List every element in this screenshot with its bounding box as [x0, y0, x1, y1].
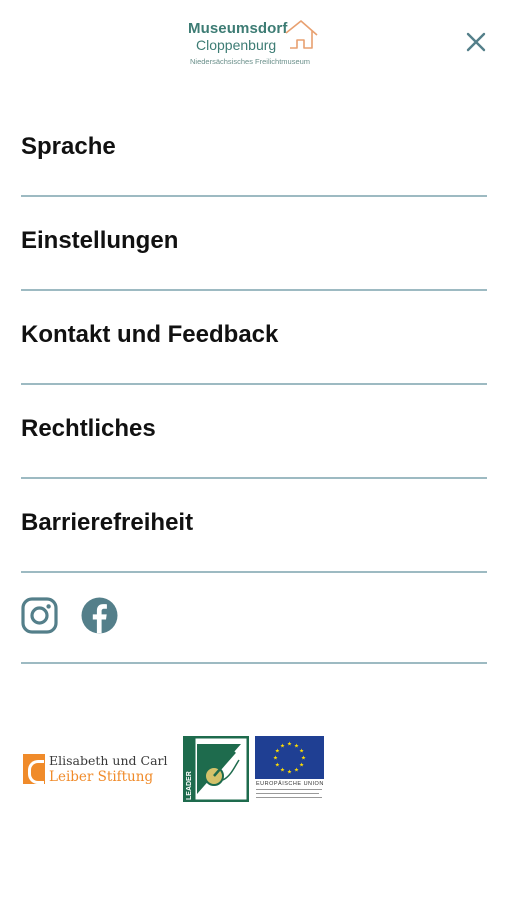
social-links	[21, 568, 487, 664]
eu-fine-print	[256, 793, 319, 794]
menu-item-rechtliches[interactable]: Rechtliches	[21, 385, 487, 479]
partner-logos: Elisabeth und Carl Leiber Stiftung LEADE…	[22, 736, 332, 802]
menu-item-kontakt-und-feedback[interactable]: Kontakt und Feedback	[21, 291, 487, 385]
eu-stars: ★ ★★★★★★★★★★★	[273, 742, 306, 776]
leader-logo-graphic: LEADER	[183, 736, 249, 802]
instagram-icon	[21, 597, 58, 634]
leiber-line-2: Leiber Stiftung	[49, 769, 154, 785]
menu-item-label: Sprache	[21, 133, 116, 160]
main-menu: Sprache Einstellungen Kontakt und Feedba…	[21, 103, 487, 573]
close-icon	[466, 32, 486, 52]
eu-star: ★	[299, 763, 304, 769]
leader-text: LEADER	[186, 771, 193, 800]
menu-item-label: Einstellungen	[21, 227, 179, 254]
logo-line-2: Cloppenburg	[196, 37, 277, 53]
eu-fine-print	[256, 797, 322, 798]
menu-item-label: Kontakt und Feedback	[21, 321, 279, 348]
menu-item-barrierefreiheit[interactable]: Barrierefreiheit	[21, 479, 487, 573]
leiber-stiftung-logo: Elisabeth und Carl Leiber Stiftung	[22, 752, 168, 786]
eu-star: ★	[287, 742, 292, 748]
facebook-icon	[81, 597, 118, 634]
instagram-link[interactable]	[21, 597, 58, 639]
menu-item-label: Barrierefreiheit	[21, 509, 194, 536]
logo-tagline: Niedersächsisches Freilichtmuseum	[190, 57, 311, 66]
menu-item-sprache[interactable]: Sprache	[21, 103, 487, 197]
eu-star: ★	[299, 749, 304, 755]
menu-item-label: Rechtliches	[21, 415, 156, 442]
eu-star: ★	[275, 763, 280, 769]
eu-fine-print	[256, 789, 322, 790]
eu-star: ★	[301, 756, 306, 762]
museum-logo[interactable]: Museumsdorf Cloppenburg Niedersächsische…	[186, 16, 322, 72]
eu-star: ★	[280, 768, 285, 774]
close-button[interactable]	[462, 28, 490, 56]
house-icon	[285, 20, 318, 49]
eu-star: ★	[287, 770, 292, 776]
eu-star: ★	[280, 743, 285, 749]
leader-logo: LEADER	[183, 736, 249, 802]
logo-line-1: Museumsdorf	[188, 20, 288, 37]
app-header: Museumsdorf Cloppenburg Niedersächsische…	[0, 0, 507, 90]
eu-flag: ★ ★ ★ ★ ★ ★ ★ ★ ★ ★ ★ ★	[255, 736, 324, 779]
eu-logo: ★ ★ ★ ★ ★ ★ ★ ★ ★ ★ ★ ★ EUROPÄISCHE UNION	[255, 736, 324, 802]
leiber-line-1: Elisabeth und Carl	[49, 753, 168, 768]
eu-star: ★	[273, 756, 278, 762]
leiber-logo-mark	[23, 754, 45, 784]
menu-item-einstellungen[interactable]: Einstellungen	[21, 197, 487, 291]
eu-caption: EUROPÄISCHE UNION	[256, 781, 324, 787]
eu-star: ★	[294, 768, 299, 774]
facebook-link[interactable]	[81, 597, 118, 639]
